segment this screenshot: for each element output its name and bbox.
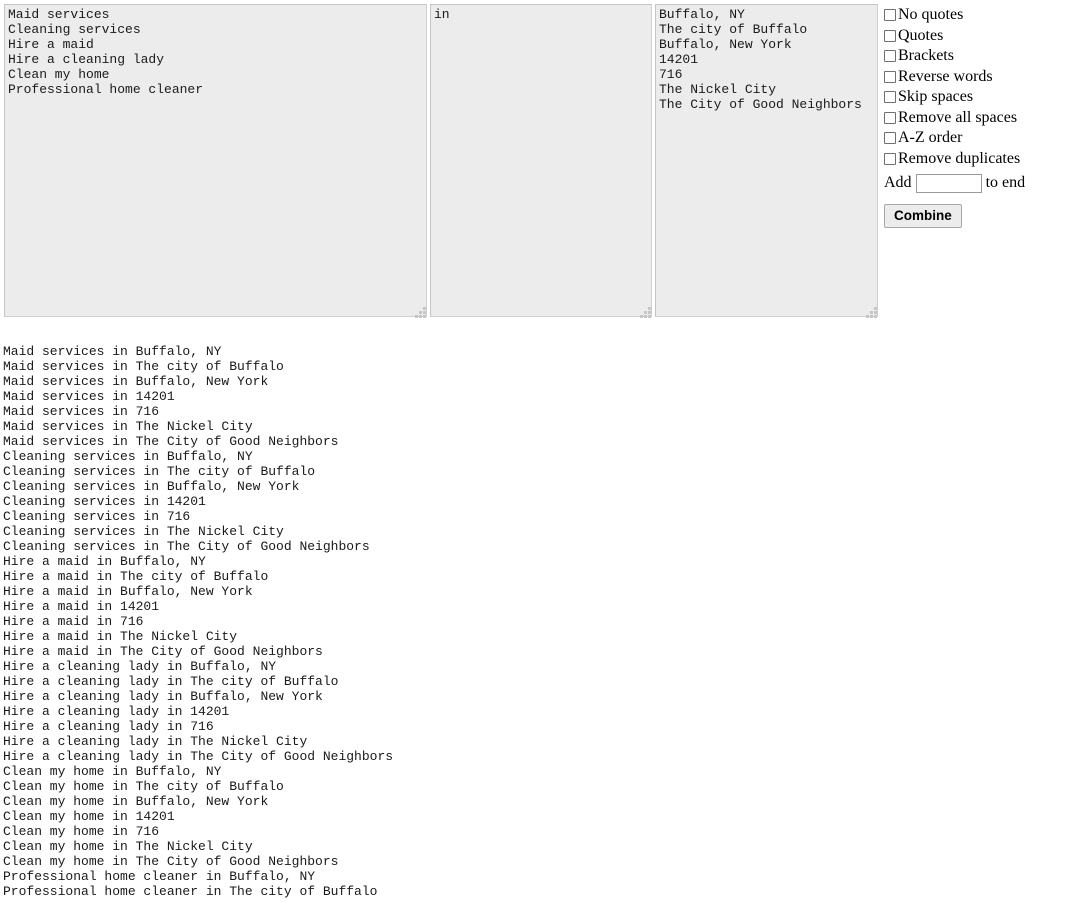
output-line: Hire a maid in Buffalo, NY — [3, 554, 206, 569]
combined-output: Maid services in Buffalo, NY Maid service… — [3, 344, 1073, 899]
option-label-quotes: Quotes — [898, 26, 944, 44]
output-line: Hire a cleaning lady in 14201 — [3, 704, 230, 719]
output-line: Clean my home in Buffalo, New York — [3, 794, 269, 809]
checkbox-no-quotes[interactable] — [884, 9, 896, 22]
combine-button[interactable]: Combine — [884, 204, 962, 228]
option-remove-duplicates[interactable]: Remove duplicates — [884, 149, 1074, 170]
add-suffix-label: to end — [985, 174, 1026, 191]
output-line: Maid services in The Nickel City — [3, 419, 253, 434]
option-a-z-order[interactable]: A-Z order — [884, 128, 1074, 149]
option-brackets[interactable]: Brackets — [884, 46, 1074, 67]
add-to-end-row: Add to end — [884, 170, 1074, 196]
output-line: Maid services in Buffalo, NY — [3, 344, 222, 359]
output-line: Maid services in The city of Buffalo — [3, 359, 284, 374]
output-line: Cleaning services in The city of Buffalo — [3, 464, 316, 479]
output-line: Hire a maid in The Nickel City — [3, 629, 238, 644]
output-line: Maid services in The City of Good Neighb… — [3, 434, 339, 449]
checkbox-a-z-order[interactable] — [884, 132, 896, 145]
options-panel: No quotes Quotes Brackets Reverse words … — [884, 5, 1074, 228]
locations-textarea[interactable] — [655, 4, 878, 317]
option-skip-spaces[interactable]: Skip spaces — [884, 87, 1074, 108]
input-panel: No quotes Quotes Brackets Reverse words … — [0, 0, 1081, 326]
add-prefix-label: Add — [884, 174, 912, 191]
output-line: Cleaning services in 716 — [3, 509, 191, 524]
output-line: Hire a cleaning lady in The City of Good… — [3, 749, 394, 764]
option-reverse-words[interactable]: Reverse words — [884, 67, 1074, 88]
option-label-skip-spaces: Skip spaces — [898, 88, 974, 106]
output-line: Clean my home in 716 — [3, 824, 160, 839]
output-line: Professional home cleaner in Buffalo, NY — [3, 869, 316, 884]
output-line: Maid services in Buffalo, New York — [3, 374, 269, 389]
output-line: Clean my home in The Nickel City — [3, 839, 253, 854]
option-label-no-quotes: No quotes — [898, 6, 964, 24]
output-line: Clean my home in The city of Buffalo — [3, 779, 284, 794]
output-line: Hire a cleaning lady in The city of Buff… — [3, 674, 339, 689]
output-line: Cleaning services in The Nickel City — [3, 524, 284, 539]
option-no-quotes[interactable]: No quotes — [884, 5, 1074, 26]
connector-textarea[interactable] — [430, 4, 652, 317]
output-line: Hire a cleaning lady in Buffalo, New Yor… — [3, 689, 323, 704]
checkbox-skip-spaces[interactable] — [884, 91, 896, 104]
option-label-a-z-order: A-Z order — [898, 129, 963, 147]
output-line: Maid services in 716 — [3, 404, 160, 419]
output-line: Hire a maid in The City of Good Neighbor… — [3, 644, 323, 659]
output-line: Maid services in 14201 — [3, 389, 175, 404]
option-quotes[interactable]: Quotes — [884, 26, 1074, 47]
output-line: Clean my home in The City of Good Neighb… — [3, 854, 339, 869]
output-line: Hire a cleaning lady in Buffalo, NY — [3, 659, 277, 674]
output-line: Clean my home in 14201 — [3, 809, 175, 824]
checkbox-quotes[interactable] — [884, 29, 896, 42]
checkbox-remove-all-spaces[interactable] — [884, 111, 896, 124]
output-line: Hire a cleaning lady in The Nickel City — [3, 734, 308, 749]
output-line: Cleaning services in The City of Good Ne… — [3, 539, 370, 554]
output-line: Clean my home in Buffalo, NY — [3, 764, 222, 779]
combine-button-wrap: Combine — [884, 204, 1074, 228]
output-line: Cleaning services in Buffalo, NY — [3, 449, 253, 464]
output-line: Hire a cleaning lady in 716 — [3, 719, 214, 734]
option-label-reverse-words: Reverse words — [898, 67, 993, 85]
output-line: Professional home cleaner in The city of… — [3, 884, 378, 899]
option-label-brackets: Brackets — [898, 47, 954, 65]
checkbox-reverse-words[interactable] — [884, 70, 896, 83]
output-line: Hire a maid in The city of Buffalo — [3, 569, 269, 584]
output-line: Cleaning services in 14201 — [3, 494, 206, 509]
output-line: Cleaning services in Buffalo, New York — [3, 479, 300, 494]
keywords-textarea[interactable] — [4, 4, 427, 317]
output-line: Hire a maid in 14201 — [3, 599, 160, 614]
output-line: Hire a maid in 716 — [3, 614, 144, 629]
option-label-remove-duplicates: Remove duplicates — [898, 149, 1021, 167]
checkbox-brackets[interactable] — [884, 50, 896, 63]
output-line: Hire a maid in Buffalo, New York — [3, 584, 253, 599]
add-to-end-input[interactable] — [915, 173, 982, 193]
checkbox-remove-duplicates[interactable] — [884, 152, 896, 165]
option-remove-all-spaces[interactable]: Remove all spaces — [884, 108, 1074, 129]
option-label-remove-all-spaces: Remove all spaces — [898, 108, 1018, 126]
